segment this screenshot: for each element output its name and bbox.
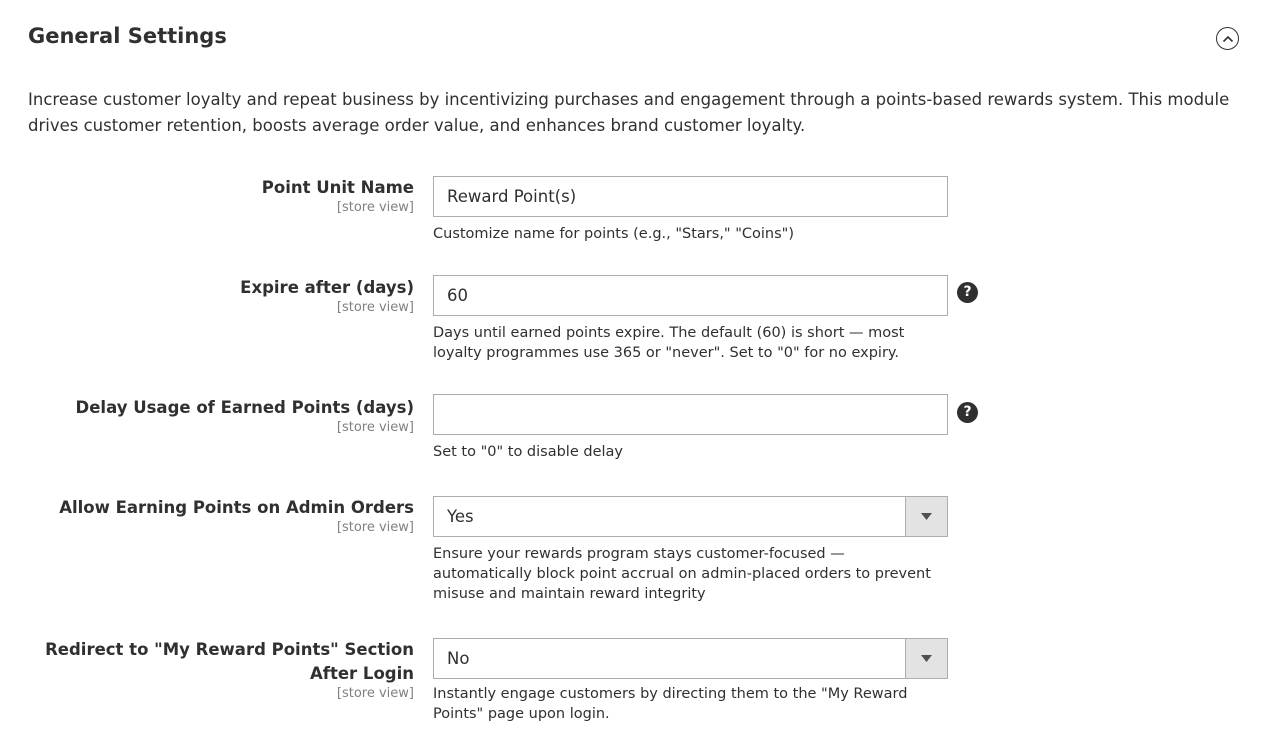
field-label: Expire after (days) — [240, 278, 414, 297]
scope-label: [store view] — [336, 300, 414, 315]
field-note: Ensure your rewards program stays custom… — [433, 546, 931, 602]
scope-label: [store view] — [336, 200, 414, 215]
field-label: Point Unit Name — [261, 178, 414, 197]
scope-label: [store view] — [336, 686, 414, 701]
section-title[interactable]: General Settings — [28, 22, 227, 50]
scope-label: [store view] — [336, 420, 414, 435]
point-unit-name-input[interactable] — [433, 176, 948, 217]
redirect-after-login-select[interactable]: No — [433, 638, 948, 679]
help-icon[interactable]: ? — [957, 282, 978, 303]
field-note: Days until earned points expire. The def… — [433, 325, 905, 361]
section-header[interactable]: General Settings — [28, 22, 1254, 54]
config-page: General Settings Increase customer loyal… — [0, 0, 1284, 742]
section-description: Increase customer loyalty and repeat bus… — [28, 90, 1230, 135]
expire-after-input[interactable] — [433, 275, 948, 316]
dropdown-arrow-icon[interactable] — [905, 639, 947, 678]
field-label: Redirect to "My Reward Points" Section A… — [45, 640, 414, 683]
allow-admin-orders-select[interactable]: Yes — [433, 496, 948, 537]
field-note: Customize name for points (e.g., "Stars,… — [433, 226, 794, 242]
collapse-section-button[interactable] — [1216, 27, 1239, 50]
field-note: Instantly engage customers by directing … — [433, 686, 908, 722]
chevron-up-icon — [1222, 35, 1233, 42]
help-icon[interactable]: ? — [957, 402, 978, 423]
dropdown-arrow-icon[interactable] — [905, 497, 947, 536]
field-label: Allow Earning Points on Admin Orders — [59, 498, 414, 517]
field-note: Set to "0" to disable delay — [433, 444, 623, 460]
field-label: Delay Usage of Earned Points (days) — [75, 398, 414, 417]
scope-label: [store view] — [336, 520, 414, 535]
select-value: No — [447, 649, 470, 668]
delay-usage-input[interactable] — [433, 394, 948, 435]
select-value: Yes — [447, 507, 474, 526]
